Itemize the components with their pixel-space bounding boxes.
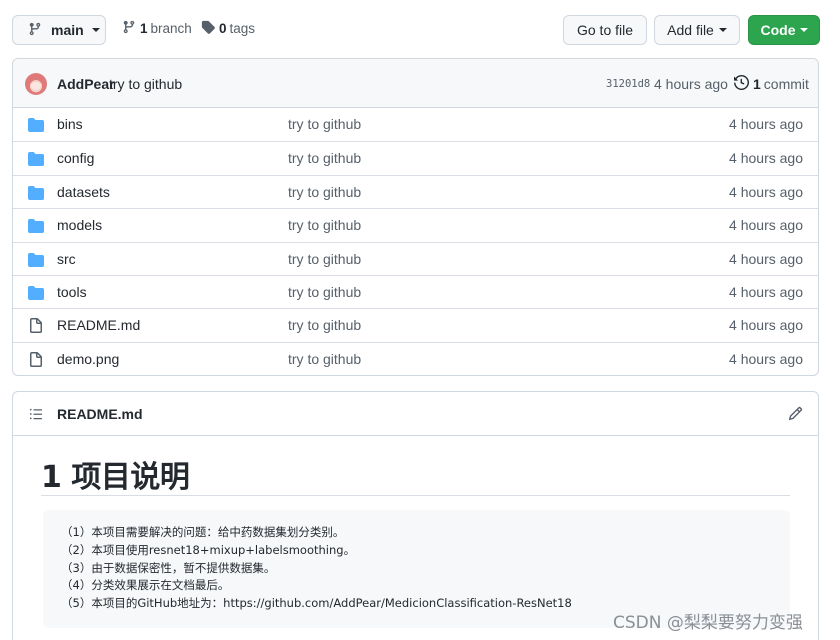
avatar[interactable]	[25, 73, 47, 95]
folder-icon	[28, 151, 44, 170]
file-commit-age: 4 hours ago	[729, 150, 803, 167]
code-label: Code	[760, 22, 796, 38]
file-row[interactable]: src try to github 4 hours ago	[13, 241, 818, 275]
branch-select-button[interactable]: main	[12, 15, 106, 45]
file-row[interactable]: config try to github 4 hours ago	[13, 141, 818, 174]
commit-count: 1	[753, 76, 761, 92]
commit-author[interactable]: AddPear	[57, 76, 115, 92]
chevron-down-icon	[718, 28, 727, 32]
file-commit-message[interactable]: try to github	[288, 317, 361, 333]
file-commit-message[interactable]: try to github	[288, 217, 361, 233]
file-icon	[28, 351, 44, 371]
readme-filename[interactable]: README.md	[57, 406, 143, 422]
file-name-link[interactable]: models	[57, 217, 102, 233]
add-file-label: Add file	[667, 22, 714, 38]
file-commit-message[interactable]: try to github	[288, 251, 361, 267]
file-commit-age: 4 hours ago	[729, 183, 803, 200]
file-name-link[interactable]: bins	[57, 116, 83, 132]
commit-message[interactable]: try to github	[109, 76, 182, 92]
folder-icon	[28, 218, 44, 237]
folder-icon	[28, 117, 44, 136]
file-commit-message[interactable]: try to github	[288, 150, 361, 166]
watermark: CSDN @梨梨要努力变强	[613, 613, 803, 633]
pencil-icon[interactable]	[788, 406, 803, 424]
file-list: bins try to github 4 hours ago config try to…	[13, 108, 818, 375]
file-commit-message[interactable]: try to github	[288, 284, 361, 300]
file-commit-age: 4 hours ago	[729, 217, 803, 234]
file-name-link[interactable]: tools	[57, 284, 87, 300]
tag-label: tags	[229, 21, 256, 36]
file-commit-age: 4 hours ago	[729, 250, 803, 267]
chevron-down-icon	[799, 28, 808, 32]
file-name-link[interactable]: config	[57, 150, 94, 166]
go-to-file-button[interactable]: Go to file	[563, 15, 647, 45]
file-name-link[interactable]: demo.png	[57, 351, 119, 367]
folder-icon	[28, 285, 44, 304]
add-file-button[interactable]: Add file	[654, 15, 740, 45]
file-icon	[28, 318, 44, 337]
file-commit-message[interactable]: try to github	[288, 116, 361, 132]
commit-count-label: commit	[763, 76, 809, 92]
git-branch-icon	[122, 20, 136, 37]
readme-header: README.md	[13, 392, 818, 436]
file-commit-age: 4 hours ago	[729, 116, 803, 132]
heading-divider	[41, 495, 790, 496]
file-name-link[interactable]: README.md	[57, 317, 140, 333]
file-commit-age: 4 hours ago	[729, 350, 803, 367]
tag-count: 0	[219, 21, 227, 36]
tags-link[interactable]: 0 tags	[201, 20, 255, 37]
file-row[interactable]: models try to github 4 hours ago	[13, 208, 818, 241]
file-row[interactable]: bins try to github 4 hours ago	[13, 108, 818, 141]
file-row[interactable]: demo.png try to github 4 hours ago	[13, 341, 818, 375]
readme-line: （3）由于数据保密性，暂不提供数据集。	[61, 560, 276, 575]
code-button[interactable]: Code	[748, 15, 820, 45]
readme-heading: 1 项目说明	[41, 460, 190, 495]
file-row[interactable]: tools try to github 4 hours ago	[13, 274, 818, 308]
latest-commit-bar: AddPear try to github 31201d8 4 hours ag…	[13, 59, 818, 108]
file-name-link[interactable]: src	[57, 251, 76, 267]
commit-sha[interactable]: 31201d8	[606, 78, 650, 90]
file-commit-message[interactable]: try to github	[288, 184, 361, 200]
branch-label: branch	[150, 21, 192, 36]
list-unordered-icon[interactable]	[29, 407, 43, 424]
repo-toolbar: main 1 branch 0 tags Go to file Add file…	[12, 14, 820, 45]
file-name-link[interactable]: datasets	[57, 184, 110, 200]
readme-line: （4）分类效果展示在文档最后。	[61, 578, 230, 593]
readme-line: （1）本项目需要解决的问题：给中药数据集划分类别。	[61, 525, 345, 539]
git-branch-icon	[28, 22, 42, 39]
file-row[interactable]: README.md try to github 4 hours ago	[13, 308, 818, 341]
chevron-down-icon	[91, 28, 100, 32]
go-to-file-label: Go to file	[576, 22, 634, 38]
branch-count: 1	[140, 21, 148, 36]
file-commit-message[interactable]: try to github	[288, 351, 361, 367]
file-browser: AddPear try to github 31201d8 4 hours ag…	[12, 58, 819, 376]
file-commit-age: 4 hours ago	[729, 283, 803, 300]
branches-link[interactable]: 1 branch	[122, 20, 192, 37]
folder-icon	[28, 252, 44, 271]
commit-time: 4 hours ago	[654, 76, 728, 92]
history-icon	[734, 74, 750, 93]
branch-name: main	[51, 22, 84, 38]
tag-icon	[201, 20, 215, 37]
file-commit-age: 4 hours ago	[729, 317, 803, 334]
readme-line: （2）本项目使用resnet18+mixup+labelsmoothing。	[61, 542, 356, 557]
folder-icon	[28, 185, 44, 204]
file-row[interactable]: datasets try to github 4 hours ago	[13, 174, 818, 208]
readme-panel: README.md 1 项目说明 （1）本项目需要解决的问题：给中药数据集划分类…	[12, 391, 819, 640]
commit-history-link[interactable]: 1 commit	[734, 74, 809, 93]
